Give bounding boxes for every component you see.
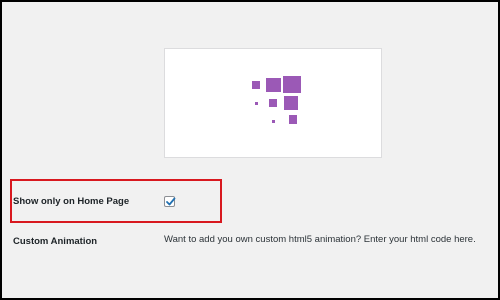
- show-home-page-label: Show only on Home Page: [13, 196, 130, 207]
- custom-animation-description: Want to add you own custom html5 animati…: [164, 234, 476, 245]
- animation-preview-box: [164, 48, 382, 158]
- settings-panel: Show only on Home Page Custom Animation …: [2, 2, 498, 298]
- checkmark-icon: [166, 197, 176, 206]
- show-home-page-checkbox[interactable]: [164, 196, 176, 207]
- pixel-squares-loader-icon: [252, 76, 301, 124]
- custom-animation-label: Custom Animation: [13, 236, 98, 247]
